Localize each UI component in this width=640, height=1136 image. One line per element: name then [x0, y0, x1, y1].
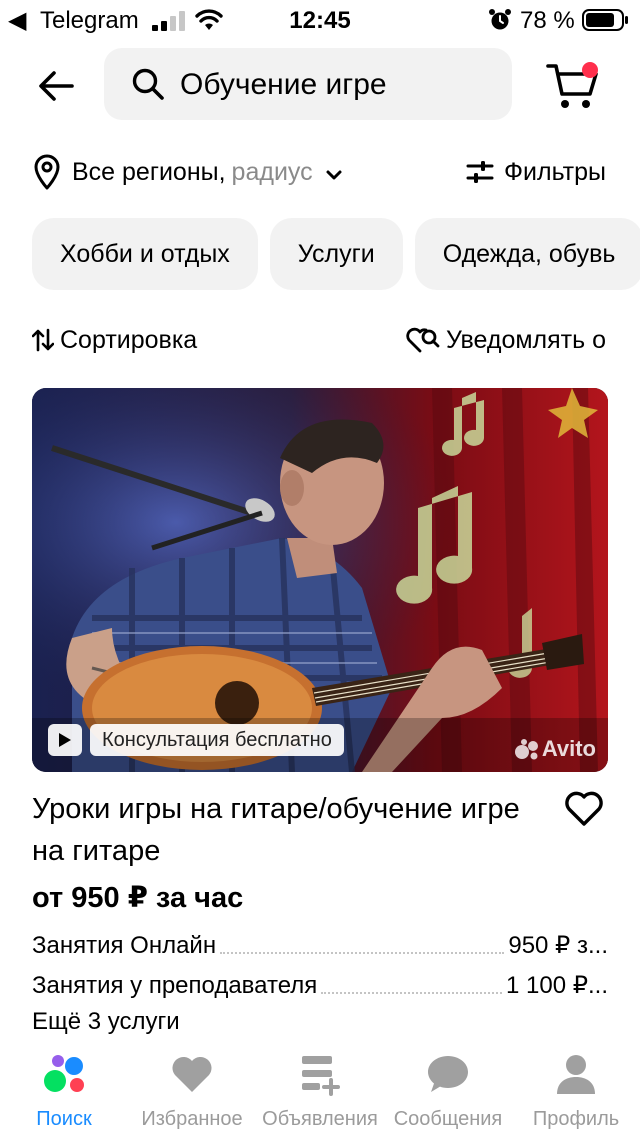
tab-label: Поиск: [36, 1108, 92, 1130]
tab-profile[interactable]: Профиль: [512, 1044, 640, 1136]
tab-label: Профиль: [532, 1108, 620, 1130]
sort-button[interactable]: Сортировка: [32, 322, 197, 358]
notify-button[interactable]: Уведомлять о: [406, 322, 606, 358]
battery-icon: [582, 9, 628, 31]
tab-label: Объявления: [262, 1108, 378, 1130]
sort-label: Сортировка: [60, 325, 198, 354]
sort-icon: [32, 328, 54, 352]
more-services-link[interactable]: Ещё 3 услуги: [32, 1008, 180, 1036]
search-tab-icon: [44, 1055, 84, 1092]
play-icon: [59, 733, 71, 747]
dotted-leader: [220, 952, 505, 954]
region-radius: радиус: [231, 157, 313, 186]
region-selector[interactable]: Все регионы, радиус: [32, 152, 343, 192]
battery-percent: 78 %: [520, 7, 575, 34]
listing-title[interactable]: Уроки игры на гитаре/обучение игре на ги…: [32, 788, 532, 872]
back-button[interactable]: [30, 60, 82, 112]
service-name: Занятия у преподавателя: [32, 972, 318, 999]
free-consultation-badge: Консультация бесплатно: [90, 724, 344, 756]
avito-watermark: Avito: [514, 736, 596, 762]
service-price: 950 ₽ з...: [508, 932, 608, 959]
avito-logo-icon: [514, 739, 538, 760]
service-price: 1 100 ₽...: [506, 972, 608, 999]
service-row: Занятия Онлайн 950 ₽ з...: [32, 928, 608, 960]
dotted-leader: [321, 992, 502, 994]
cart-badge: [582, 62, 598, 78]
category-chips: Хобби и отдых Услуги Одежда, обувь: [32, 218, 640, 290]
guitarist-photo: [32, 388, 608, 772]
alarm-icon: [489, 9, 511, 30]
listings-icon: [302, 1056, 340, 1096]
service-name: Занятия Онлайн: [32, 932, 217, 959]
chip-hobbies[interactable]: Хобби и отдых: [32, 218, 258, 290]
chip-services[interactable]: Услуги: [269, 218, 403, 290]
heart-search-icon: [406, 327, 440, 353]
filters-button[interactable]: Фильтры: [466, 152, 606, 192]
service-row: Занятия у преподавателя 1 100 ₽...: [32, 968, 608, 1000]
tab-search[interactable]: Поиск: [0, 1044, 128, 1136]
listing-photo[interactable]: Консультация бесплатно Avito: [32, 388, 608, 772]
arrow-left-icon: [39, 71, 74, 101]
chat-icon: [428, 1056, 468, 1092]
tab-label: Избранное: [141, 1108, 243, 1130]
bottom-tab-bar: Поиск Избранное Объявления Сообщения Про…: [0, 1044, 640, 1136]
location-pin-icon: [34, 154, 60, 190]
chevron-down-icon: [326, 170, 342, 180]
listing-price: от 950 ₽ за час: [32, 882, 244, 914]
chip-clothing[interactable]: Одежда, обувь: [414, 218, 640, 290]
favorite-heart-icon[interactable]: [562, 788, 606, 828]
tab-label: Сообщения: [393, 1108, 503, 1130]
profile-icon: [557, 1055, 595, 1094]
filters-label: Фильтры: [504, 157, 606, 186]
tab-listings[interactable]: Объявления: [256, 1044, 384, 1136]
search-icon: [132, 68, 164, 100]
search-query: Обучение игре: [180, 68, 387, 101]
video-play-button[interactable]: [48, 724, 82, 756]
notify-label: Уведомлять о: [446, 325, 606, 354]
status-bar: ◀ Telegram 12:45 78 %: [0, 0, 640, 40]
tab-favorites[interactable]: Избранное: [128, 1044, 256, 1136]
avito-watermark-text: Avito: [541, 736, 596, 761]
heart-icon: [172, 1056, 212, 1092]
region-label: Все регионы,: [72, 157, 226, 186]
filters-icon: [466, 161, 494, 183]
tab-messages[interactable]: Сообщения: [384, 1044, 512, 1136]
search-field[interactable]: Обучение игре: [104, 48, 512, 120]
